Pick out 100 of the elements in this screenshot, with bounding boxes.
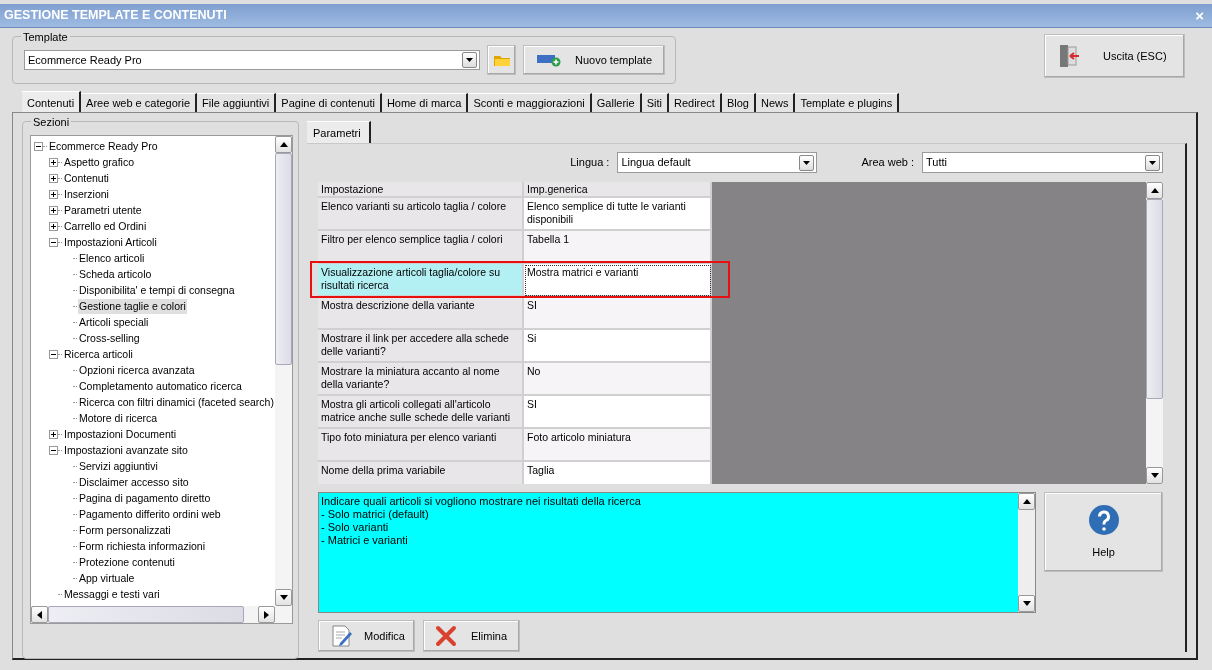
table-cell: Tabella 1 [524,231,712,264]
right-arrow-icon [264,610,269,619]
expand-icon[interactable] [49,429,58,439]
scrollbar-thumb[interactable] [1146,199,1163,399]
expand-icon[interactable] [49,157,58,167]
tab[interactable]: Gallerie [591,93,642,112]
left-arrow-icon [37,610,42,619]
scroll-up-button[interactable] [1018,493,1036,510]
tab[interactable]: Redirect [668,93,722,112]
tree-item[interactable]: Opzioni ricerca avanzata [78,362,196,378]
tab[interactable]: News [755,93,796,112]
tree-item[interactable]: Disponibilita' e tempi di consegna [78,282,236,298]
tree-item[interactable]: Contenuti [63,170,110,186]
tab[interactable]: Siti [641,93,669,112]
tree-item[interactable]: Inserzioni [63,186,110,202]
scroll-down-button[interactable] [1018,595,1036,612]
tree-item[interactable]: Articoli speciali [78,314,150,330]
tree-item[interactable]: Elenco articoli [78,250,146,266]
delete-icon [435,625,457,647]
table-cell: Elenco varianti su articolo taglia / colore [318,198,524,231]
down-arrow-icon [1150,473,1159,478]
table-cell: Si [524,330,712,363]
tree-item[interactable]: Form richiesta informazioni [78,538,207,554]
tree-item[interactable]: Motore di ricerca [78,410,159,426]
down-arrow-icon [1022,601,1031,606]
tree-item[interactable]: Scheda articolo [78,266,153,282]
up-arrow-icon [1022,499,1031,504]
tree-item[interactable]: Completamento automatico ricerca [78,378,243,394]
dropdown-arrow-icon [465,57,474,63]
scroll-down-button[interactable] [275,589,292,606]
exit-door-icon [1059,44,1081,68]
table-cell: Mostrare la miniatura accanto al nome della variante? [318,363,524,396]
tree-item[interactable]: Pagina di pagamento diretto [78,490,212,506]
tree-item[interactable]: Disclaimer accesso sito [78,474,190,490]
scroll-right-button[interactable] [258,606,275,623]
tab[interactable]: Parametri [307,121,371,143]
description-text: Indicare quali articoli si vogliono mostrare nei risultati della ricerca [321,495,642,508]
tree-item[interactable]: Ecommerce Ready Pro [48,138,159,154]
template-dropdown[interactable]: Ecommerce Ready Pro [24,50,480,70]
table-cell: Mostra gli articoli collegati all'articolo matrice anche sulle schede delle varianti [318,396,524,429]
delete-button[interactable]: Elimina [423,620,520,652]
edit-button[interactable]: Modifica [318,620,415,652]
tree-item[interactable]: Cross-selling [78,330,141,346]
dropdown-arrow-icon [802,159,812,166]
expand-icon[interactable] [49,205,58,215]
tab[interactable]: Sconti e maggiorazioni [468,93,592,112]
field-label: Lingua : [570,155,610,171]
tab[interactable]: Pagine di contenuti [276,93,382,112]
scroll-down-button[interactable] [1146,467,1163,484]
tree-item[interactable]: Pagamento differito ordini web [78,506,222,522]
folder-icon [493,54,510,66]
table-cell: SI [524,396,712,429]
help-icon [1087,503,1120,536]
scrollbar-thumb[interactable] [48,606,244,623]
exit-button[interactable]: Uscita (ESC) [1044,34,1185,78]
up-arrow-icon [1150,188,1159,193]
collapse-icon[interactable] [49,445,58,455]
tree-item[interactable]: Aspetto grafico [63,154,136,170]
tree-item[interactable]: Protezione contenuti [78,554,176,570]
collapse-icon[interactable] [49,349,58,359]
tree-item[interactable]: App virtuale [78,570,136,586]
tab[interactable]: Home di marca [381,93,469,112]
tree-item[interactable]: Impostazioni Articoli [63,234,158,250]
tree-item[interactable]: Carrello ed Ordini [63,218,148,234]
tab[interactable]: Blog [721,93,756,112]
add-icon [537,53,561,67]
new-template-button[interactable]: Nuovo template [523,45,665,75]
tree-item[interactable]: Impostazioni Documenti [63,426,178,442]
scroll-up-button[interactable] [275,136,292,153]
description-text: - Solo matrici (default) [321,508,430,521]
up-arrow-icon [279,142,288,147]
tab[interactable]: Template e plugins [795,93,900,112]
tab[interactable]: Contenuti [22,91,82,112]
tab[interactable]: File aggiuntivi [197,93,277,112]
table-cell: Mostra descrizione della variante [318,297,524,330]
expand-icon[interactable] [49,221,58,231]
expand-icon[interactable] [49,173,58,183]
collapse-icon[interactable] [49,237,58,247]
help-button[interactable]: Help [1044,492,1163,572]
tree-item[interactable]: Form personalizzati [78,522,172,538]
edit-icon [330,624,354,648]
dropdown-arrow-icon [1148,159,1157,166]
tree-item[interactable]: Impostazioni avanzate sito [63,442,189,458]
window-title: GESTIONE TEMPLATE E CONTENUTI [4,7,227,25]
collapse-icon[interactable] [34,141,43,151]
tree-item[interactable]: Gestione taglie e colori [78,298,187,314]
column-header: Impostazione [318,182,524,198]
tree-item[interactable]: Servizi aggiuntivi [78,458,159,474]
area-dropdown[interactable]: Tutti [922,152,1163,173]
table-cell: Elenco semplice di tutte le varianti disponibili [524,198,712,231]
tree-item[interactable]: Ricerca articoli [63,346,134,362]
tree-item[interactable]: Messaggi e testi vari [63,586,161,602]
scrollbar-thumb[interactable] [275,153,292,365]
scroll-left-button[interactable] [31,606,48,623]
language-dropdown[interactable]: Lingua default [617,152,818,173]
tree-item[interactable]: Parametri utente [63,202,143,218]
tab[interactable]: Aree web e categorie [81,93,198,112]
expand-icon[interactable] [49,189,58,199]
tree-item[interactable]: Ricerca con filtri dinamici (faceted search) [78,394,275,410]
scroll-up-button[interactable] [1146,182,1163,199]
